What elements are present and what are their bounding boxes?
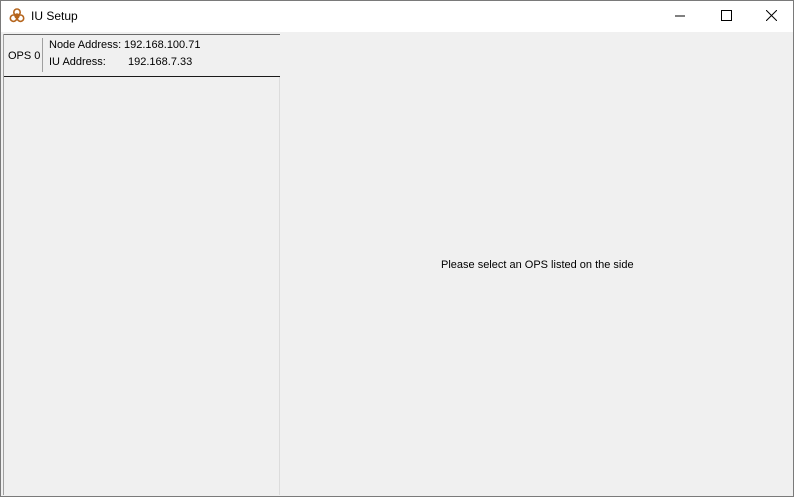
window-title: IU Setup [31,9,78,23]
empty-state-message: Please select an OPS listed on the side [441,259,634,271]
minimize-button[interactable] [657,1,703,32]
ops-list-panel[interactable]: OPS 0 Node Address: 192.168.100.71 IU Ad… [3,34,280,495]
minimize-icon [675,10,685,24]
iu-address-row: IU Address: 192.168.7.33 [49,56,192,68]
close-button[interactable] [748,1,794,32]
ops-name: OPS 0 [8,50,41,62]
maximize-icon [720,9,732,24]
iu-address-label: IU Address: [49,56,106,68]
ops-divider [42,38,43,72]
app-window: IU Setup OPS 0 Node Address: 192.168.100… [0,0,794,497]
client-area: OPS 0 Node Address: 192.168.100.71 IU Ad… [1,32,793,496]
maximize-button[interactable] [703,1,749,32]
node-address-value: 192.168.100.71 [124,39,201,51]
detail-panel: Please select an OPS listed on the side [281,34,792,495]
node-address-label: Node Address: [49,39,122,51]
close-icon [765,9,777,24]
node-address-row: Node Address: 192.168.100.71 [49,39,200,51]
biohazard-icon [9,8,25,24]
iu-address-value: 192.168.7.33 [128,56,193,68]
ops-list-item[interactable]: OPS 0 Node Address: 192.168.100.71 IU Ad… [4,34,280,77]
title-bar[interactable]: IU Setup [1,1,793,32]
